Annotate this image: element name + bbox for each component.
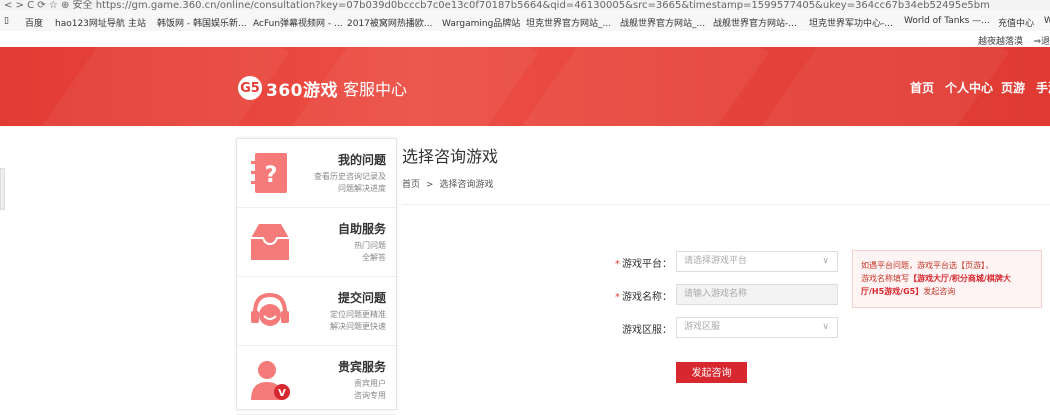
bookmark-item[interactable]: 充值中心 (998, 16, 1034, 29)
logo-brand: 360游戏 (266, 80, 338, 101)
g5-logo-icon: G5 (238, 76, 262, 100)
bookmarks-bar: ▯ 百度 hao123网址导航 主站 韩饭网 - 韩国娱乐新... AcFun弹… (0, 10, 1050, 32)
question-document-icon: ? (251, 153, 287, 193)
bookmark-item[interactable]: 韩饭网 - 韩国娱乐新... (157, 16, 247, 29)
sidebar-item-desc: 问题解决进度 (338, 184, 386, 193)
bookmark-item[interactable]: 百度 (25, 16, 43, 29)
bookmark-item[interactable]: World of Tanks —... (904, 16, 990, 26)
headset-icon (251, 292, 289, 326)
nav-mobile-games[interactable]: 手游 (1036, 79, 1050, 96)
nav-home[interactable]: 首页 (910, 79, 934, 96)
bookmark-item[interactable]: 战舰世界官方网站_... (620, 16, 705, 29)
sidebar-item-desc: 定位问题更精准 (330, 310, 386, 319)
region-select[interactable]: 游戏区服 ∨ (676, 317, 838, 338)
svg-text:V: V (278, 388, 286, 399)
sidebar-item-title: 自助服务 (337, 222, 386, 236)
sidebar-item-my-questions[interactable]: ? 我的问题 查看历史咨询记录及 问题解决进度 (237, 139, 396, 208)
game-name-label: * 游戏名称： (615, 292, 672, 303)
region-label: 游戏区服： (622, 325, 672, 336)
bookmark-item[interactable]: 2017被窝网热播欧... (347, 16, 433, 29)
bookmark-item[interactable]: 主站 (128, 16, 146, 29)
chevron-down-icon: ∨ (822, 322, 829, 332)
divider (402, 204, 1050, 205)
bookmark-item[interactable]: W (1044, 16, 1050, 26)
sidebar-item-desc: 全解答 (362, 253, 386, 262)
sidebar-item-desc: 解决问题更快速 (330, 322, 386, 331)
side-collapse-tab[interactable] (0, 168, 5, 210)
platform-select[interactable]: 请选择游戏平台 ∨ (676, 251, 838, 272)
header-banner (0, 47, 1050, 126)
breadcrumb-home-link[interactable]: 首页 (402, 180, 420, 190)
page-title: 选择咨询游戏 (402, 147, 499, 166)
sidebar-item-self-service[interactable]: 自助服务 热门问题 全解答 (237, 208, 396, 277)
sidebar-item-desc: 贵宾用户 (354, 379, 386, 388)
sidebar-item-title: 提交问题 (337, 291, 386, 305)
nav-personal-center[interactable]: 个人中心 (945, 79, 993, 96)
address-text[interactable]: < > C ⟳ ☆ ⊕ 安全 https://gm.game.360.cn/on… (4, 0, 990, 10)
game-name-input[interactable]: 请输入游戏名称 (676, 284, 838, 305)
platform-notice: 如遇平台问题，游戏平台选【页游】， 游戏名称填写【游戏大厅/积分商城/棋牌大 厅… (852, 250, 1042, 308)
sidebar-item-title: 贵宾服务 (337, 360, 386, 374)
bookmark-item[interactable]: Wargaming品牌站 (442, 16, 520, 29)
sidebar-item-desc: 咨询专用 (354, 391, 386, 400)
nav-web-games[interactable]: 页游 (1001, 79, 1025, 96)
bookmark-item[interactable]: 坦克世界官方网站_... (526, 16, 611, 29)
sidebar-item-desc: 热门问题 (354, 241, 386, 250)
address-bar[interactable]: < > C ⟳ ☆ ⊕ 安全 https://gm.game.360.cn/on… (0, 0, 1050, 10)
user-bar: 越夜越落漠 ⇒退 (0, 31, 1050, 47)
vip-user-icon: V (251, 361, 290, 400)
logo-subtitle: 客服中心 (343, 80, 408, 99)
bookmark-item[interactable]: AcFun弹幕视频网 - ... (253, 16, 343, 29)
platform-row: * 游戏平台： (560, 251, 672, 273)
sidebar-item-title: 我的问题 (337, 153, 386, 167)
breadcrumb: 首页 > 选择咨询游戏 (402, 177, 496, 190)
platform-label: * 游戏平台： (615, 259, 672, 270)
svg-text:?: ? (265, 163, 278, 188)
region-row: 游戏区服： (560, 317, 672, 339)
inbox-tray-icon (251, 224, 289, 260)
bookmark-item[interactable]: hao123网址导航 (55, 16, 125, 29)
sidebar-item-submit-question[interactable]: 提交问题 定位问题更精准 解决问题更快速 (237, 277, 396, 346)
apps-icon[interactable]: ▯ (4, 16, 9, 26)
game-name-row: * 游戏名称： (560, 284, 672, 306)
breadcrumb-separator: > (425, 180, 434, 190)
sidebar-item-vip-service[interactable]: V 贵宾服务 贵宾用户 咨询专用 (237, 346, 396, 415)
user-name-link[interactable]: 越夜越落漠 (978, 34, 1023, 47)
site-logo[interactable]: G5 360游戏 客服中心 (238, 75, 407, 101)
logout-link[interactable]: ⇒退 (1033, 34, 1050, 47)
chevron-down-icon: ∨ (822, 256, 829, 266)
service-sidebar: ? 我的问题 查看历史咨询记录及 问题解决进度 自助服务 热门问题 全解答 提交… (236, 138, 397, 415)
bookmark-item[interactable]: 战舰世界官方网站-... (713, 16, 797, 29)
breadcrumb-current: 选择咨询游戏 (439, 180, 494, 190)
sidebar-item-desc: 查看历史咨询记录及 (314, 172, 386, 181)
bookmark-item[interactable]: 坦克世界军功中心-... (809, 16, 893, 29)
start-consult-button[interactable]: 发起咨询 (676, 362, 747, 383)
